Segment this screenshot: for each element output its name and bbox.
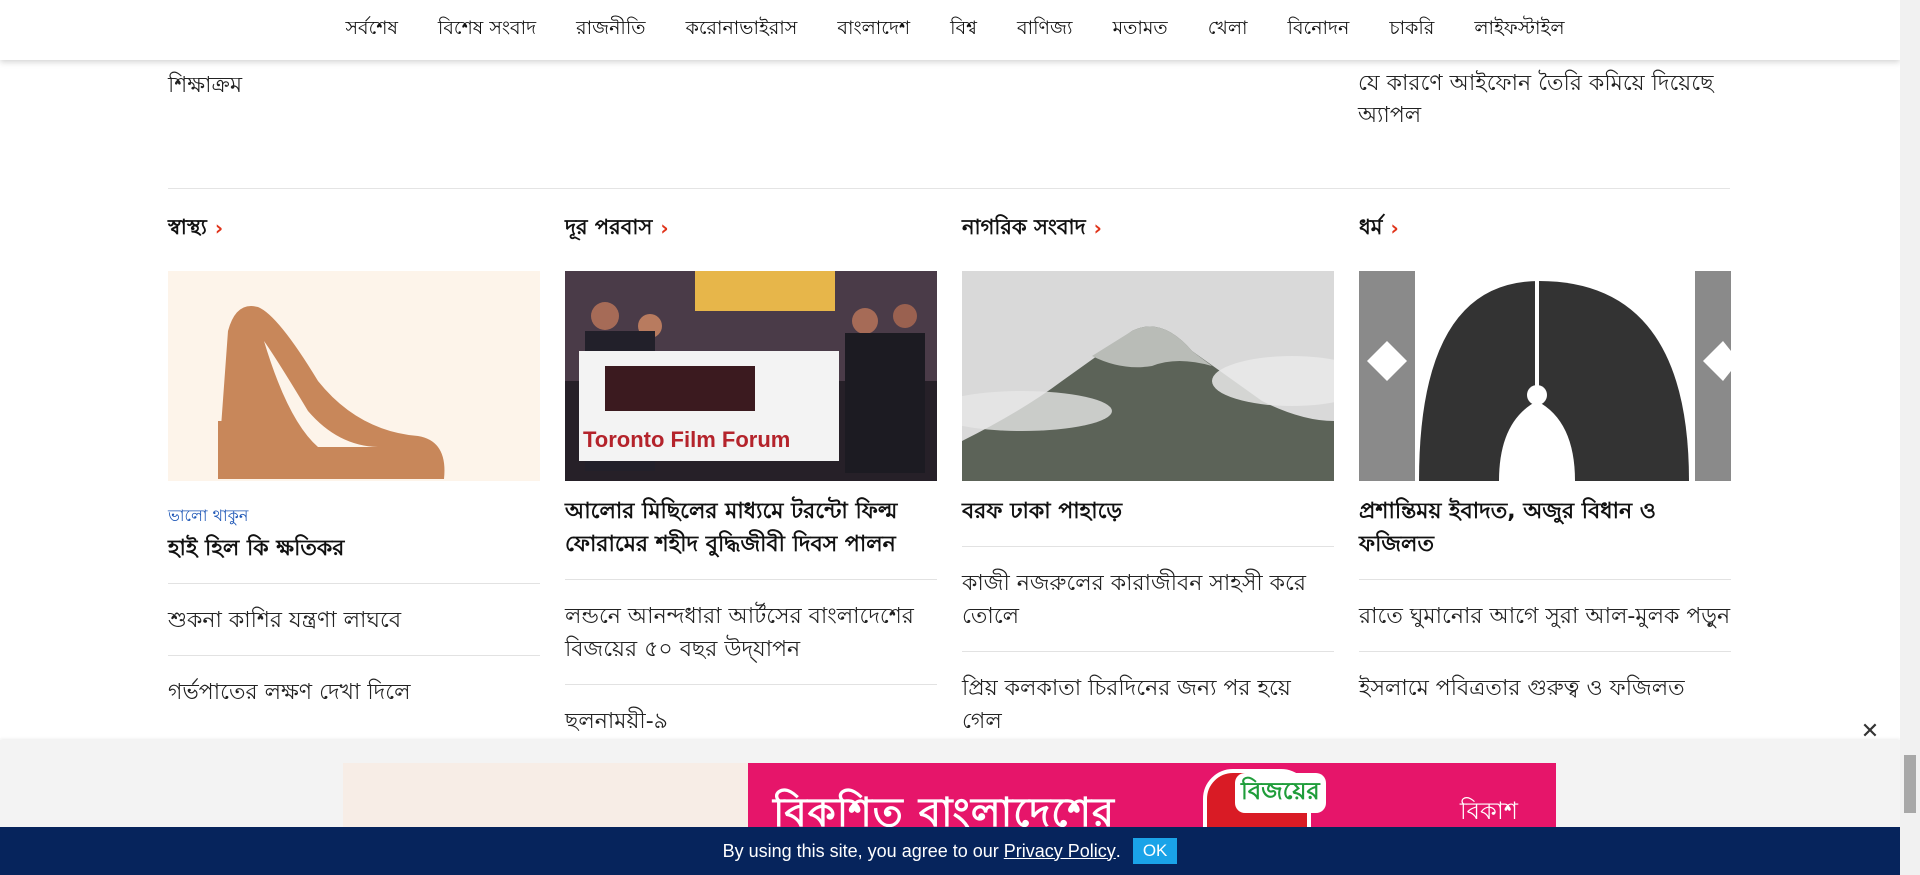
privacy-policy-link[interactable]: Privacy Policy — [1004, 841, 1116, 862]
chevron-right-icon: › — [660, 216, 669, 240]
nav-item-jobs[interactable]: চাকরি — [1369, 14, 1454, 46]
lamp-illustration-icon — [1359, 271, 1731, 481]
section-title: নাগরিক সংবাদ — [962, 214, 1086, 239]
nav-item-politics[interactable]: রাজনীতি — [556, 14, 665, 46]
nav-item-entertainment[interactable]: বিনোদন — [1268, 14, 1370, 46]
nav-item-world[interactable]: বিশ্ব — [930, 14, 997, 46]
scrollbar-thumb[interactable] — [1904, 755, 1916, 813]
banner-text: Toronto Film Forum — [583, 427, 790, 452]
list-item[interactable]: কাজী নজরুলের কারাজীবন সাহসী করে তোলে — [962, 546, 1334, 651]
high-heel-icon — [218, 306, 445, 479]
section-religion: ধর্ম › প্রশান্তিময় ইবাদত, অজুর বিধান ও … — [1359, 210, 1731, 756]
cookie-text-end: . — [1115, 840, 1121, 861]
nav-item-bangladesh[interactable]: বাংলাদেশ — [817, 14, 930, 46]
chevron-right-icon: › — [1390, 216, 1399, 240]
chevron-right-icon: › — [1093, 216, 1102, 240]
story-kicker[interactable]: ভালো থাকুন — [168, 503, 540, 530]
section-columns: স্বাস্থ্য › ভালো থাকুন হাই হিল কি ক্ষতিক… — [168, 210, 1731, 756]
story-image-mountain[interactable] — [962, 271, 1334, 481]
list-item[interactable]: রাতে ঘুমানোর আগে সুরা আল-মুলক পড়ুন — [1359, 579, 1731, 651]
list-item[interactable]: ইসলামে পবিত্রতার গুরুত্ব ও ফজিলত — [1359, 651, 1731, 723]
close-icon[interactable]: ✕ — [1856, 718, 1884, 746]
nav-item-special-news[interactable]: বিশেষ সংবাদ — [418, 14, 556, 46]
chevron-right-icon: › — [214, 216, 224, 240]
cookie-consent-bar: By using this site, you agree to our Pri… — [0, 827, 1900, 875]
story-link[interactable]: শিক্ষাক্রম — [168, 68, 242, 105]
story-link[interactable]: যে কারণে আইফোন তৈরি কমিয়ে দিয়েছে অ্যাপ… — [1358, 68, 1738, 132]
page-scrollbar[interactable] — [1900, 0, 1920, 875]
section-citizen-news: নাগরিক সংবাদ › বরফ ঢাকা পাহাড়ে কাজী নজর… — [962, 210, 1334, 756]
section-title-link[interactable]: নাগরিক সংবাদ › — [962, 210, 1334, 246]
story-image-toronto[interactable]: Toronto Film Forum — [565, 271, 937, 481]
nav-item-coronavirus[interactable]: করোনাভাইরাস — [666, 14, 818, 46]
top-navigation: সর্বশেষ বিশেষ সংবাদ রাজনীতি করোনাভাইরাস … — [0, 0, 1900, 60]
sticky-ad-container: ✕ বিকশিত বাংলাদেশের বিজয়ের বিকাশ — [0, 719, 1900, 830]
list-item[interactable]: লন্ডনে আনন্দধারা আর্টসের বাংলাদেশের বিজয… — [565, 579, 937, 684]
cookie-text: By using this site, you agree to our — [722, 840, 1004, 861]
list-item[interactable]: শুকনা কাশির যন্ত্রণা লাঘবে — [168, 583, 540, 655]
section-probash: দূর পরবাস › Toronto Film Forum আলোর মিছি… — [565, 210, 937, 756]
lead-story-title[interactable]: হাই হিল কি ক্ষতিকর — [168, 532, 540, 565]
nav-item-sports[interactable]: খেলা — [1188, 14, 1268, 46]
previous-section-row: শিক্ষাক্রম যে কারণে আইফোন তৈরি কমিয়ে দি… — [168, 60, 1730, 189]
ad-brand: বিকাশ — [1459, 797, 1518, 825]
nav-item-business[interactable]: বাণিজ্য — [997, 14, 1093, 46]
nav-item-opinion[interactable]: মতামত — [1093, 14, 1188, 46]
lead-story-title[interactable]: বরফ ঢাকা পাহাড়ে — [962, 495, 1334, 528]
ad-badge-text: বিজয়ের — [1235, 773, 1326, 813]
story-image-mosque-lamp[interactable] — [1359, 271, 1731, 481]
lead-story-title[interactable]: আলোর মিছিলের মাধ্যমে টরন্টো ফিল্ম ফোরামে… — [565, 495, 937, 561]
list-item[interactable]: গর্ভপাতের লক্ষণ দেখা দিলে — [168, 655, 540, 727]
ad-badge: বিজয়ের — [1203, 769, 1326, 830]
section-health: স্বাস্থ্য › ভালো থাকুন হাই হিল কি ক্ষতিক… — [168, 210, 540, 756]
section-title: ধর্ম — [1359, 214, 1383, 239]
photo-group-banner-icon: Toronto Film Forum — [565, 271, 937, 481]
nav-item-latest[interactable]: সর্বশেষ — [325, 14, 417, 46]
main-content: শিক্ষাক্রম যে কারণে আইফোন তৈরি কমিয়ে দি… — [168, 60, 1731, 734]
section-title: স্বাস্থ্য — [168, 214, 207, 239]
section-title-link[interactable]: স্বাস্থ্য › — [168, 210, 540, 246]
ok-button[interactable]: OK — [1132, 838, 1178, 864]
lead-story-title[interactable]: প্রশান্তিময় ইবাদত, অজুর বিধান ও ফজিলত — [1359, 495, 1731, 561]
ad-banner[interactable]: বিকশিত বাংলাদেশের বিজয়ের বিকাশ — [343, 763, 1556, 830]
story-image-high-heel[interactable] — [168, 271, 540, 481]
nav-item-lifestyle[interactable]: লাইফস্টাইল — [1454, 14, 1584, 46]
ad-illustration — [343, 763, 748, 830]
ad-headline: বিকশিত বাংলাদেশের — [773, 790, 1116, 830]
section-title-link[interactable]: ধর্ম › — [1359, 210, 1731, 246]
section-title-link[interactable]: দূর পরবাস › — [565, 210, 937, 246]
snowy-mountain-icon — [962, 271, 1334, 481]
section-title: দূর পরবাস — [565, 214, 653, 239]
